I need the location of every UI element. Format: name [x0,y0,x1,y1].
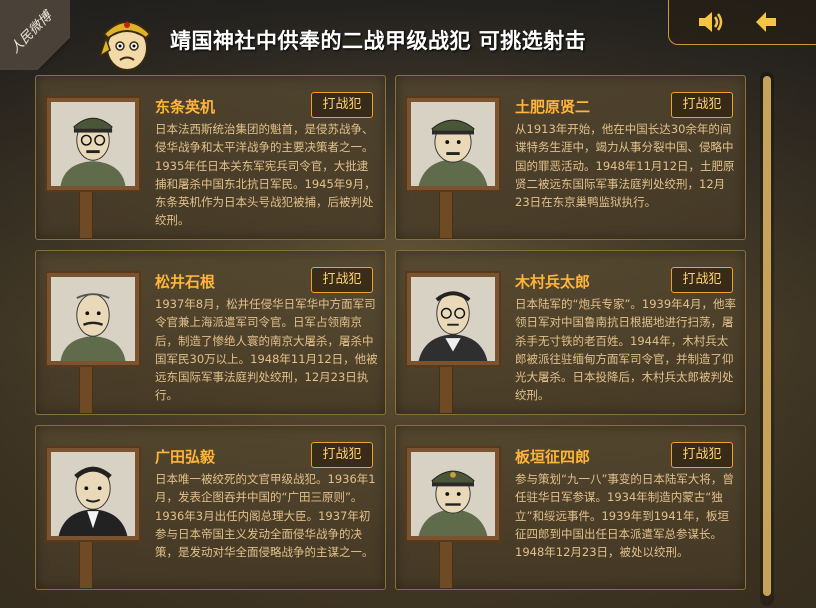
portrait-image [45,446,141,542]
criminal-description: 日本唯一被绞死的文官甲级战犯。1936年1月，发表企图吞并中国的“广田三原则”。… [155,472,376,560]
page-title: 靖国神社中供奉的二战甲级战犯 可挑选射击 [170,29,587,53]
criminal-name: 木村兵太郎 [515,273,591,291]
top-toolbar [668,0,816,45]
portrait-image [405,271,501,367]
criminal-name: 东条英机 [155,98,216,116]
criminal-description: 参与策划“九一八”事变的日本陆军大将，曾任驻华日军参谋。1934年制造内蒙古“独… [515,472,734,560]
war-criminal-card: 东条英机 打战犯 日本法西斯统治集团的魁首，是侵苏战争、侵华战争和太平洋战争的主… [35,75,386,240]
weibo-corner-badge[interactable]: 人民微博 [0,0,70,70]
shoot-button[interactable]: 打战犯 [311,92,373,118]
criminal-name: 广田弘毅 [155,448,216,466]
shoot-button[interactable]: 打战犯 [311,267,373,293]
portrait-image [45,271,141,367]
mascot-soldier-icon [96,8,158,72]
criminal-description: 1937年8月，松井任侵华日军华中方面军司令官兼上海派遣军司令官。日军占领南京后… [155,297,378,403]
war-criminal-card: 松井石根 打战犯 1937年8月，松井任侵华日军华中方面军司令官兼上海派遣军司令… [35,250,386,415]
war-criminal-card: 土肥原贤二 打战犯 从1913年开始，他在中国长达30余年的间谍特务生涯中，竭力… [395,75,746,240]
criminal-description: 日本法西斯统治集团的魁首，是侵苏战争、侵华战争和太平洋战争的主要决策者之一。19… [155,122,376,228]
portrait-image [45,96,141,192]
shoot-button[interactable]: 打战犯 [671,442,733,468]
criminal-name: 松井石根 [155,273,216,291]
criminal-description: 从1913年开始，他在中国长达30余年的间谍特务生涯中，竭力从事分裂中国、侵略中… [515,122,735,210]
shoot-button[interactable]: 打战犯 [311,442,373,468]
shoot-button[interactable]: 打战犯 [671,92,733,118]
scrollbar-thumb[interactable] [763,76,771,596]
sound-icon[interactable] [696,8,726,36]
back-arrow-icon[interactable] [752,8,780,36]
criminal-name: 板垣征四郎 [515,448,591,466]
criminal-name: 土肥原贤二 [515,98,591,116]
criminal-description: 日本陆军的“炮兵专家”。1939年4月，他率领日军对中国鲁南抗日根据地进行扫荡，… [515,297,736,403]
shoot-button[interactable]: 打战犯 [671,267,733,293]
war-criminal-card: 板垣征四郎 打战犯 参与策划“九一八”事变的日本陆军大将，曾任驻华日军参谋。19… [395,425,746,590]
war-criminal-card: 广田弘毅 打战犯 日本唯一被绞死的文官甲级战犯。1936年1月，发表企图吞并中国… [35,425,386,590]
portrait-image [405,446,501,542]
portrait-image [405,96,501,192]
war-criminal-card: 木村兵太郎 打战犯 日本陆军的“炮兵专家”。1939年4月，他率领日军对中国鲁南… [395,250,746,415]
